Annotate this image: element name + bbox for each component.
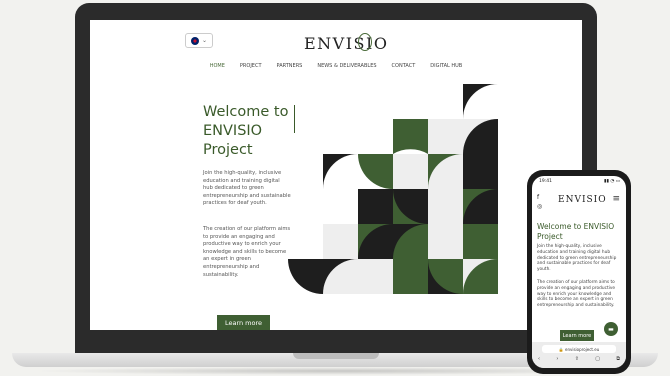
phone-learn-more-button[interactable]: Learn more <box>560 330 594 341</box>
hero-paragraph-1: Join the high-quality, inclusive educati… <box>203 170 291 207</box>
phone-hero-paragraph-2: The creation of our platform aims to pro… <box>537 280 616 309</box>
phone-hero-title: Welcome to ENVISIO Project <box>537 222 615 241</box>
laptop-screen: ⌄ ENVISIO HOME PROJECT PARTNERS NEWS & D… <box>90 20 582 330</box>
laptop-notch <box>293 353 379 359</box>
phone-social-links: f ◎ <box>537 193 542 211</box>
hero-paragraph-2: The creation of our platform aims to pro… <box>203 226 291 278</box>
bookmarks-icon[interactable]: ▢ <box>595 356 600 362</box>
geometric-mosaic-graphic <box>288 84 498 294</box>
language-selector[interactable]: ⌄ <box>185 33 213 48</box>
forward-icon[interactable]: › <box>556 356 558 362</box>
leaf-logo-icon <box>358 33 372 51</box>
phone-url-field[interactable]: 🔒 envisioproject.eu <box>542 345 616 353</box>
instagram-icon[interactable]: ◎ <box>537 202 542 211</box>
nav-project[interactable]: PROJECT <box>240 63 262 69</box>
phone-hero-paragraph-1: Join the high-quality, inclusive educati… <box>537 244 617 273</box>
tabs-icon[interactable]: ⧉ <box>616 356 620 362</box>
share-icon[interactable]: ⇪ <box>575 356 579 362</box>
hamburger-menu-icon[interactable]: ≡ <box>612 194 620 204</box>
phone-time: 19:41 <box>539 179 552 184</box>
nav-news[interactable]: NEWS & DELIVERABLES <box>317 63 376 69</box>
chevron-down-icon: ⌄ <box>201 37 208 44</box>
main-nav: HOME PROJECT PARTNERS NEWS & DELIVERABLE… <box>90 63 582 69</box>
nav-digital-hub[interactable]: DIGITAL HUB <box>430 63 462 69</box>
phone-screen: 19:41 ▮▮ ◔ ▭ f ◎ ENVISIO ≡ Welcome to EN… <box>532 176 626 368</box>
mockup-stage: ⌄ ENVISIO HOME PROJECT PARTNERS NEWS & D… <box>0 0 670 376</box>
phone-status-icons: ▮▮ ◔ ▭ <box>604 179 620 184</box>
nav-contact[interactable]: CONTACT <box>392 63 416 69</box>
nav-partners[interactable]: PARTNERS <box>277 63 303 69</box>
site-logo[interactable]: ENVISIO <box>304 34 388 53</box>
learn-more-button[interactable]: Learn more <box>217 315 270 330</box>
phone-site-logo[interactable]: ENVISIO <box>558 195 607 205</box>
nav-home[interactable]: HOME <box>210 63 225 69</box>
phone-browser-toolbar: ‹ › ⇪ ▢ ⧉ <box>538 356 620 362</box>
back-icon[interactable]: ‹ <box>538 356 540 362</box>
facebook-icon[interactable]: f <box>537 193 542 202</box>
uk-flag-icon <box>190 36 199 45</box>
chat-bubble-icon[interactable]: ▬ <box>604 322 618 336</box>
